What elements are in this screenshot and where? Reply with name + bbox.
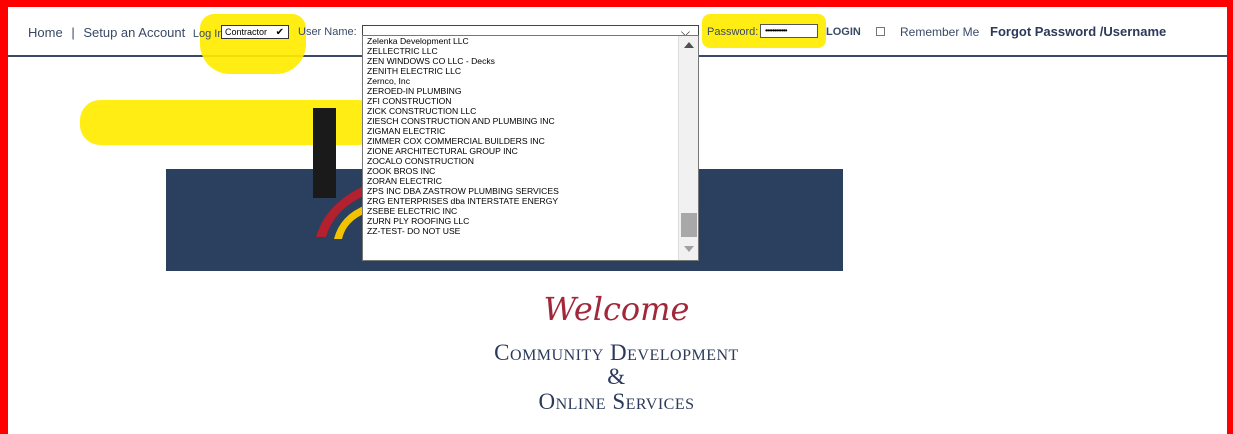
setup-account-link[interactable]: Setup an Account	[83, 25, 185, 40]
login-button[interactable]: LOGIN	[826, 26, 861, 38]
forgot-password-link[interactable]: Forgot Password /Username	[990, 24, 1166, 39]
dropdown-option[interactable]: ZIESCH CONSTRUCTION AND PLUMBING INC	[363, 116, 677, 126]
log-in-label: Log In	[192, 28, 224, 40]
dropdown-option[interactable]: ZIMMER COX COMMERCIAL BUILDERS INC	[363, 136, 677, 146]
home-link[interactable]: Home	[28, 25, 63, 40]
dropdown-option[interactable]: Zelenka Development LLC	[363, 36, 677, 46]
role-select[interactable]: Contractor ✔	[221, 25, 289, 39]
dropdown-option[interactable]: ZORAN ELECTRIC	[363, 176, 677, 186]
dropdown-option[interactable]: ZZ-TEST- DO NOT USE	[363, 226, 677, 236]
dropdown-option[interactable]: ZIONE ARCHITECTURAL GROUP INC	[363, 146, 677, 156]
highlight-mark-login	[200, 14, 306, 74]
username-dropdown-list[interactable]: Zelenka Development LLC ZELLECTRIC LLC ZEN…	[362, 35, 699, 261]
dropdown-option[interactable]: ZURN PLY ROOFING LLC	[363, 216, 677, 226]
remember-me-checkbox[interactable]	[876, 27, 885, 36]
dropdown-option[interactable]: ZFI CONSTRUCTION	[363, 96, 677, 106]
dropdown-option[interactable]: ZENITH ELECTRIC LLC	[363, 66, 677, 76]
ampersand-title: &	[607, 364, 626, 389]
dropdown-option[interactable]: Zernco, Inc	[363, 76, 677, 86]
nav-separator: |	[71, 25, 75, 40]
nav-row: Home | Setup an Account Log In	[28, 25, 223, 40]
dropdown-option[interactable]: ZSEBE ELECTRIC INC	[363, 206, 677, 216]
dropdown-option[interactable]: ZELLECTRIC LLC	[363, 46, 677, 56]
dropdown-option[interactable]: ZEN WINDOWS CO LLC - Decks	[363, 56, 677, 66]
dropdown-option[interactable]: ZEROED-IN PLUMBING	[363, 86, 677, 96]
remember-me-label: Remember Me	[900, 25, 980, 39]
online-services-title: Online Services	[538, 389, 695, 414]
dropdown-option[interactable]: ZOCALO CONSTRUCTION	[363, 156, 677, 166]
dropdown-option[interactable]: ZIGMAN ELECTRIC	[363, 126, 677, 136]
chevron-down-icon: ✔	[275, 27, 284, 38]
community-development-title: Community Development	[494, 340, 739, 365]
scroll-up-icon[interactable]	[684, 42, 694, 48]
dropdown-option[interactable]: ZPS INC DBA ZASTROW PLUMBING SERVICES	[363, 186, 677, 196]
role-select-value: Contractor	[225, 27, 268, 37]
scroll-down-icon[interactable]	[684, 246, 694, 252]
password-field[interactable]: ••••••••••••	[760, 24, 818, 38]
password-label: Password:	[707, 26, 759, 38]
scrollbar-thumb[interactable]	[681, 213, 697, 237]
dropdown-option[interactable]: ZRG ENTERPRISES dba INTERSTATE ENERGY	[363, 196, 677, 206]
dropdown-option[interactable]: ZOOK BROS INC	[363, 166, 677, 176]
dropdown-option[interactable]: ZICK CONSTRUCTION LLC	[363, 106, 677, 116]
dropdown-scrollbar[interactable]	[678, 36, 698, 260]
welcome-heading: Welcome	[543, 290, 690, 328]
dropdown-options: Zelenka Development LLC ZELLECTRIC LLC ZEN…	[363, 36, 677, 236]
username-label: User Name:	[298, 26, 357, 38]
